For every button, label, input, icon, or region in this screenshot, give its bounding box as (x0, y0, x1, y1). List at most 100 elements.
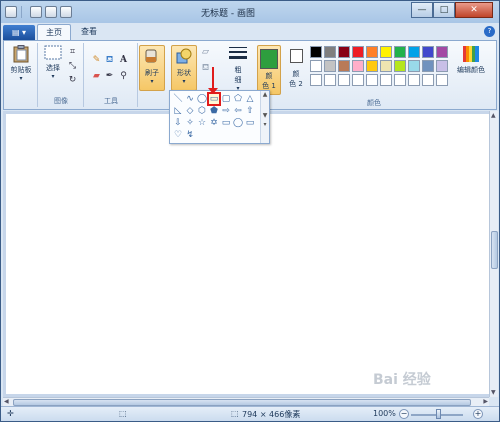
shape-fill-icon[interactable]: ⛾ (200, 63, 211, 74)
shape-icon[interactable]: ∿ (184, 93, 196, 105)
color-swatch[interactable] (324, 60, 336, 72)
color-swatch[interactable] (422, 46, 434, 58)
color-swatch[interactable] (394, 74, 406, 86)
color-swatch[interactable] (338, 46, 350, 58)
zoom-in-button[interactable]: + (473, 409, 483, 419)
scroll-down-icon[interactable]: ▼ (261, 112, 269, 119)
shapes-scrollbar[interactable]: ▲ ▼ ▾ (260, 91, 269, 143)
color-swatch[interactable] (436, 46, 448, 58)
undo-icon[interactable] (45, 6, 57, 18)
select-button[interactable]: 选择 ▾ (42, 45, 64, 80)
outline-icon[interactable]: ▱ (200, 47, 211, 58)
color-swatch[interactable] (408, 60, 420, 72)
maximize-button[interactable]: □ (433, 2, 455, 18)
color-swatch[interactable] (338, 74, 350, 86)
color-swatch[interactable] (408, 46, 420, 58)
color-swatch[interactable] (366, 46, 378, 58)
shape-icon[interactable]: ▭ (244, 117, 256, 129)
color2-button[interactable]: 颜 色 2 (285, 47, 307, 89)
magnifier-icon[interactable]: ⚲ (118, 71, 129, 82)
scroll-up-icon[interactable]: ▲ (491, 112, 496, 119)
color-swatch[interactable] (422, 60, 434, 72)
shape-icon[interactable]: ⇧ (244, 105, 256, 117)
shape-icon[interactable]: ✧ (184, 117, 196, 129)
color-picker-icon[interactable]: ✒ (104, 71, 115, 82)
color-swatch[interactable] (422, 74, 434, 86)
shape-icon[interactable]: △ (244, 93, 256, 105)
color-swatch[interactable] (352, 74, 364, 86)
color-swatch[interactable] (394, 60, 406, 72)
shape-icon[interactable]: ⇨ (220, 105, 232, 117)
shape-icon[interactable]: ↯ (184, 129, 196, 141)
size-button[interactable]: 粗 细 ▾ (226, 45, 250, 92)
vertical-scroll-thumb[interactable] (491, 231, 498, 269)
color-swatch[interactable] (324, 74, 336, 86)
shape-icon[interactable]: ⬟ (208, 105, 220, 117)
shape-icon[interactable]: ⬡ (196, 105, 208, 117)
color-swatch[interactable] (338, 60, 350, 72)
color-swatch[interactable] (394, 46, 406, 58)
close-button[interactable]: ✕ (455, 2, 493, 18)
tab-home[interactable]: 主页 (37, 24, 71, 40)
drawing-canvas[interactable] (6, 114, 490, 394)
shape-icon[interactable]: ◯ (196, 93, 208, 105)
rectangle-shape-icon[interactable]: ▭ (207, 92, 221, 106)
color-swatch[interactable] (352, 46, 364, 58)
color-swatch[interactable] (366, 60, 378, 72)
paste-button[interactable]: 剪贴板 ▾ (7, 45, 35, 82)
help-icon[interactable]: ? (484, 26, 495, 37)
color-swatch[interactable] (310, 74, 322, 86)
color-swatch[interactable] (436, 60, 448, 72)
shapes-button[interactable]: 形状 ▾ (171, 45, 197, 91)
resize-icon[interactable]: ⤡ (67, 61, 78, 72)
color-swatch[interactable] (310, 60, 322, 72)
expand-icon[interactable]: ▾ (261, 121, 269, 128)
shape-icon[interactable]: ⬠ (232, 93, 244, 105)
color1-button[interactable]: 颜 色 1 (257, 45, 281, 95)
color-swatch[interactable] (380, 60, 392, 72)
zoom-out-button[interactable]: − (399, 409, 409, 419)
tab-view[interactable]: 查看 (73, 24, 105, 40)
color-swatch[interactable] (380, 74, 392, 86)
shape-icon[interactable]: ⇩ (172, 117, 184, 129)
shape-icon[interactable]: ✡ (208, 117, 220, 129)
horizontal-scrollbar[interactable]: ◀ ▶ (3, 397, 489, 406)
vertical-scrollbar[interactable]: ▲ ▼ (489, 111, 498, 397)
window-title: 无标题 - 画图 (201, 9, 255, 19)
color-swatch[interactable] (380, 46, 392, 58)
scroll-right-icon[interactable]: ▶ (483, 398, 488, 405)
shape-icon[interactable]: ◯ (232, 117, 244, 129)
text-icon[interactable]: A (118, 55, 129, 66)
eraser-icon[interactable]: ▰ (91, 71, 102, 82)
fill-icon[interactable]: ⛾ (104, 55, 115, 66)
horizontal-scroll-thumb[interactable] (13, 399, 471, 406)
shape-icon[interactable]: ◇ (184, 105, 196, 117)
color-swatch[interactable] (436, 74, 448, 86)
edit-colors-button[interactable]: 编辑颜色 (451, 45, 491, 75)
save-icon[interactable] (30, 6, 42, 18)
shape-icon[interactable]: ▢ (220, 93, 232, 105)
color-swatch[interactable] (408, 74, 420, 86)
shape-icon[interactable]: ☆ (196, 117, 208, 129)
scroll-down-icon[interactable]: ▼ (491, 389, 496, 396)
color-swatch[interactable] (324, 46, 336, 58)
shape-icon[interactable]: ◺ (172, 105, 184, 117)
color-swatch[interactable] (310, 46, 322, 58)
crop-icon[interactable]: ⌗ (67, 47, 78, 58)
redo-icon[interactable] (60, 6, 72, 18)
paint-app-icon[interactable] (5, 6, 17, 18)
zoom-slider-thumb[interactable] (436, 409, 441, 419)
app-menu-button[interactable]: ▤ ▾ (3, 25, 35, 40)
rotate-icon[interactable]: ↻ (67, 75, 78, 86)
shape-icon[interactable]: ＼ (172, 93, 184, 105)
shape-icon[interactable]: ▭ (220, 117, 232, 129)
minimize-button[interactable]: — (411, 2, 433, 18)
color-swatch[interactable] (352, 60, 364, 72)
color-swatch[interactable] (366, 74, 378, 86)
scroll-up-icon[interactable]: ▲ (261, 91, 269, 98)
pencil-icon[interactable]: ✎ (91, 55, 102, 66)
shape-icon[interactable]: ♡ (172, 129, 184, 141)
scroll-left-icon[interactable]: ◀ (4, 398, 9, 405)
brushes-button[interactable]: 刷子 ▾ (139, 45, 165, 91)
shape-icon[interactable]: ⇦ (232, 105, 244, 117)
